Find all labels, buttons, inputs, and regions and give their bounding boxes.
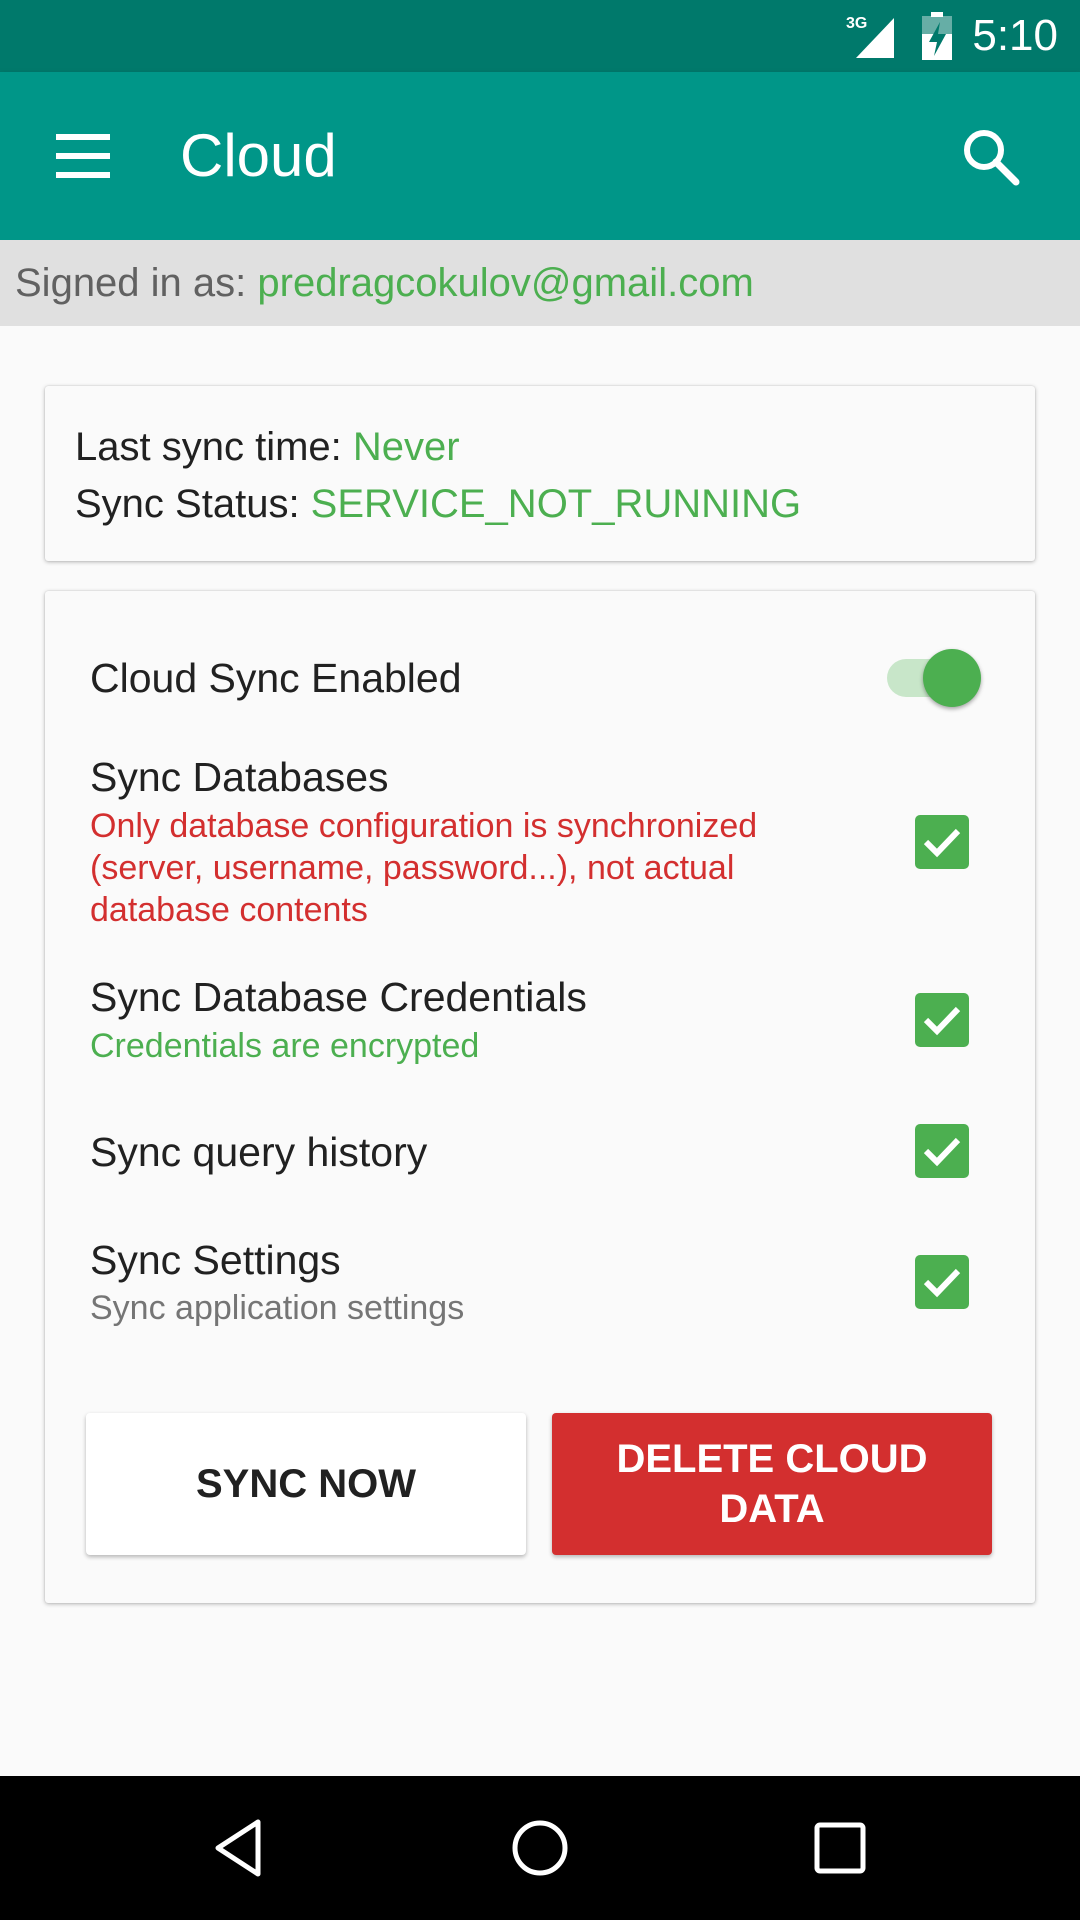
sync-databases-title: Sync Databases xyxy=(90,754,389,800)
sync-status-value: SERVICE_NOT_RUNNING xyxy=(310,482,802,526)
last-sync-label: Last sync time: xyxy=(75,425,353,469)
cloud-sync-label: Cloud Sync Enabled xyxy=(90,655,462,701)
page-title: Cloud xyxy=(180,122,337,189)
signal-icon: 3G xyxy=(846,15,894,58)
navigation-bar xyxy=(0,1776,1080,1920)
checkmark-icon xyxy=(923,1137,961,1167)
app-bar: Cloud xyxy=(0,72,1080,240)
delete-button-label-line2: DATA xyxy=(719,1487,825,1531)
sync-query-history-checkbox[interactable] xyxy=(915,1124,969,1178)
sync-credentials-checkbox[interactable] xyxy=(915,993,969,1047)
sync-status-label: Sync Status: xyxy=(75,482,311,526)
delete-cloud-data-button[interactable]: DELETE CLOUD DATA xyxy=(552,1413,992,1555)
battery-charging-icon xyxy=(922,12,952,60)
delete-button-label: DELETE CLOUD DATA xyxy=(616,1434,927,1534)
signed-in-label: Signed in as: xyxy=(15,261,258,305)
sync-databases-subtitle-1: Only database configuration is synchroni… xyxy=(90,807,758,845)
sync-settings-checkbox[interactable] xyxy=(915,1255,969,1309)
sync-databases-subtitle-3: database contents xyxy=(90,891,368,929)
cloud-sync-toggle[interactable] xyxy=(883,643,987,707)
signed-in-banner: Signed in as: predragcokulov@gmail.com xyxy=(0,240,1080,326)
network-type-label: 3G xyxy=(846,15,867,32)
last-sync-value: Never xyxy=(352,425,460,469)
account-email: predragcokulov@gmail.com xyxy=(257,261,754,305)
sync-databases-subtitle-2: (server, username, password...), not act… xyxy=(90,849,735,887)
sync-settings-subtitle: Sync application settings xyxy=(90,1289,465,1327)
checkmark-icon xyxy=(923,1268,961,1298)
sync-status-line: Sync Status: SERVICE_NOT_RUNNING xyxy=(75,479,801,529)
sync-databases-checkbox[interactable] xyxy=(915,815,969,869)
sync-now-button[interactable]: SYNC NOW xyxy=(86,1413,526,1555)
sync-credentials-title: Sync Database Credentials xyxy=(90,974,587,1020)
back-icon[interactable] xyxy=(206,1814,274,1882)
checkmark-icon xyxy=(923,828,961,858)
menu-icon[interactable] xyxy=(52,128,114,184)
sync-credentials-subtitle: Credentials are encrypted xyxy=(90,1027,480,1065)
recents-icon[interactable] xyxy=(806,1814,874,1882)
last-sync-line: Last sync time: Never xyxy=(75,422,460,472)
search-icon[interactable] xyxy=(958,124,1024,190)
clock: 5:10 xyxy=(972,11,1058,60)
sync-query-history-title: Sync query history xyxy=(90,1129,428,1175)
checkmark-icon xyxy=(923,1006,961,1036)
toggle-thumb xyxy=(923,649,981,707)
sync-info-card: Last sync time: Never Sync Status: SERVI… xyxy=(45,386,1035,561)
status-bar: 3G 5:10 xyxy=(0,0,1080,72)
home-icon[interactable] xyxy=(506,1814,574,1882)
delete-button-label-line1: DELETE CLOUD xyxy=(616,1437,928,1481)
sync-settings-card: Cloud Sync Enabled Sync Databases Only d… xyxy=(45,591,1035,1603)
sync-settings-title: Sync Settings xyxy=(90,1237,341,1283)
